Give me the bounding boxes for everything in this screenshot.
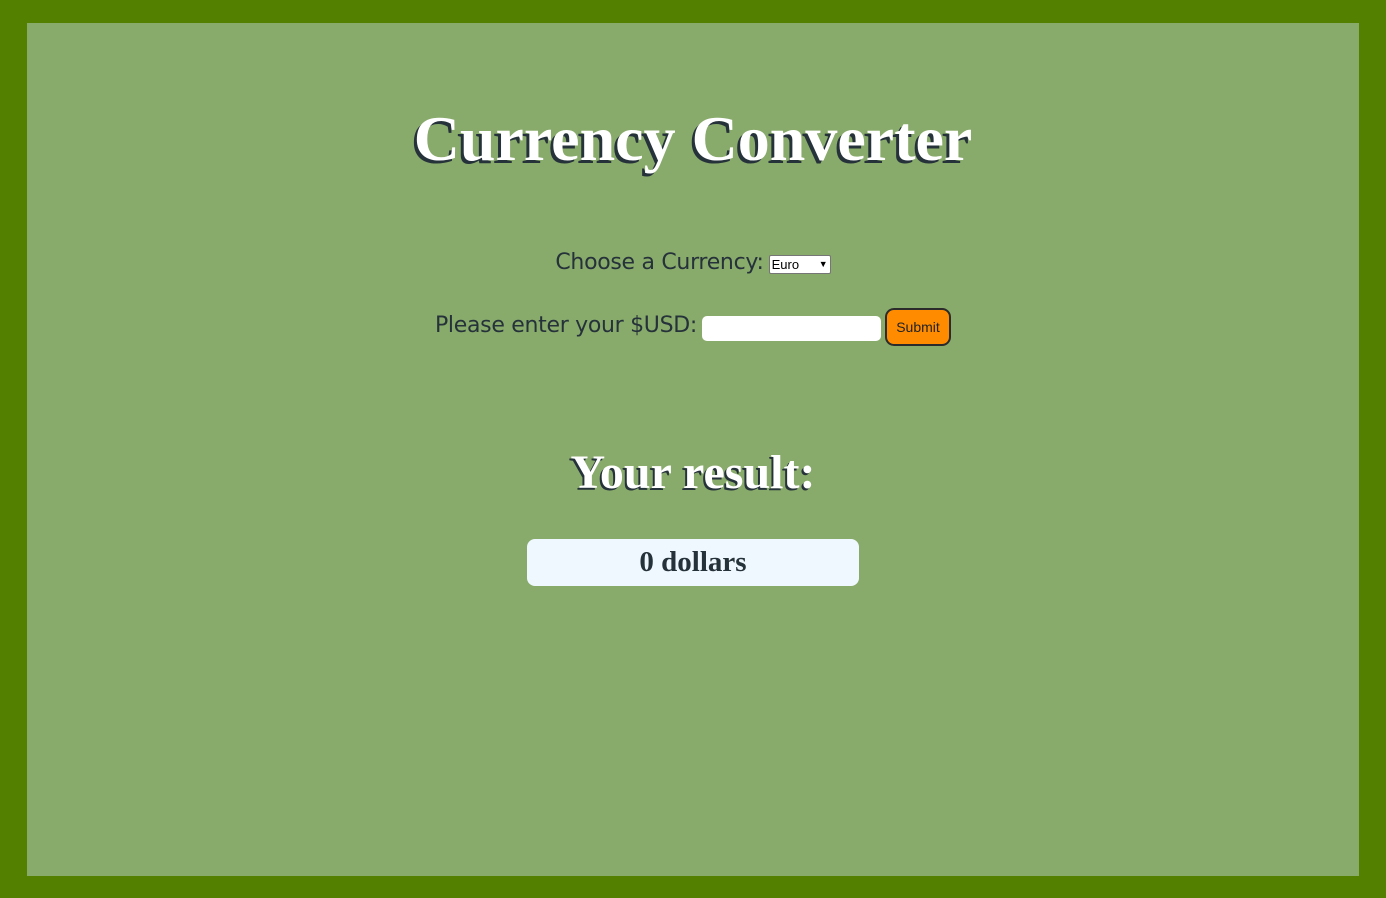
submit-button[interactable]: Submit: [885, 308, 952, 346]
currency-select[interactable]: Euro ▼: [768, 254, 831, 274]
result-value: 0 dollars: [639, 546, 747, 578]
currency-row: Choose a Currency: Euro ▼: [27, 247, 1359, 277]
currency-selected-value: Euro: [771, 256, 800, 272]
main-panel: Currency Converter Choose a Currency: Eu…: [27, 23, 1359, 876]
usd-row: Please enter your $USD: Submit: [27, 305, 1359, 346]
chevron-down-icon: ▼: [818, 258, 828, 269]
page-title: Currency Converter: [413, 103, 973, 174]
currency-label: Choose a Currency:: [555, 249, 764, 275]
usd-label: Please enter your $USD:: [434, 312, 698, 338]
result-heading: Your result:: [570, 446, 816, 499]
result-box: 0 dollars: [527, 539, 859, 586]
usd-input[interactable]: [702, 315, 882, 341]
